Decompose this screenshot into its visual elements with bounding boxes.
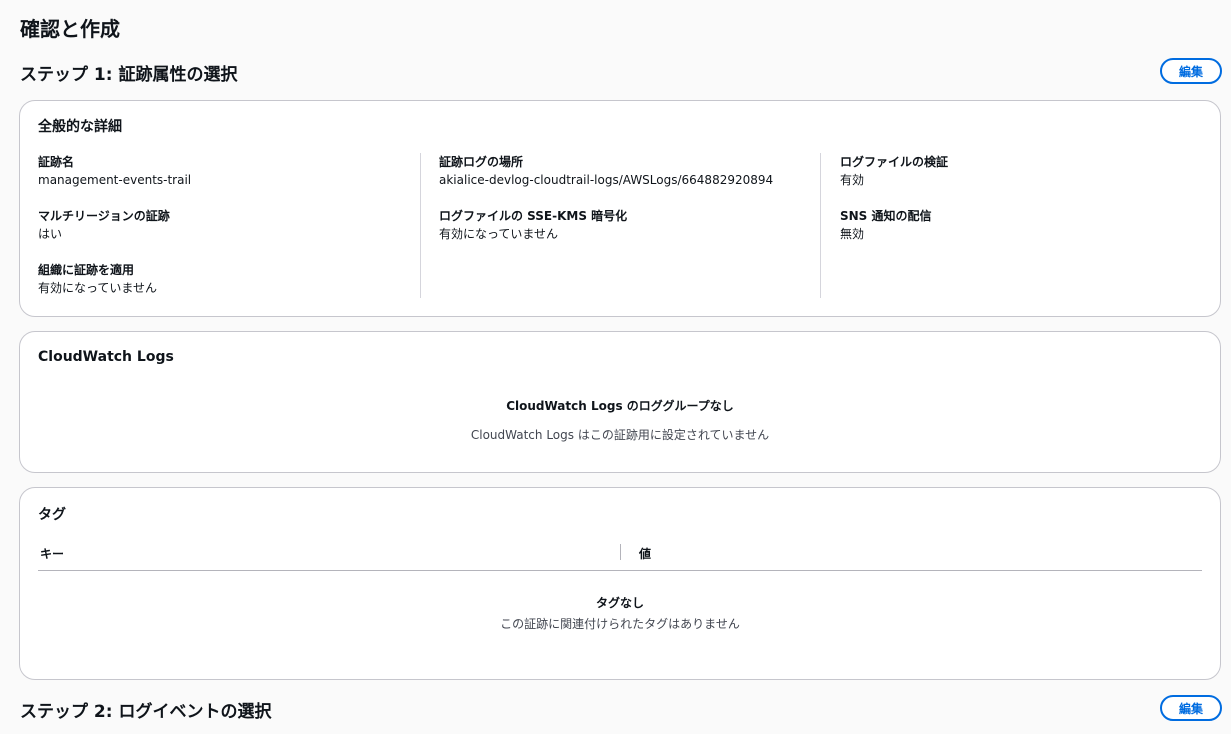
validation-field: ログファイルの検証 有効 <box>840 153 1200 189</box>
details-column-1: 証跡名 management-events-trail マルチリージョンの証跡 … <box>38 153 420 298</box>
details-column-3: ログファイルの検証 有効 SNS 通知の配信 無効 <box>820 153 1200 298</box>
table-header-divider <box>38 570 1202 571</box>
cloudwatch-logs-card: CloudWatch Logs CloudWatch Logs のロググループな… <box>19 331 1221 473</box>
validation-label: ログファイルの検証 <box>840 155 949 169</box>
page-title: 確認と作成 <box>20 17 120 41</box>
step2-edit-button[interactable]: 編集 <box>1160 695 1222 721</box>
tags-title: タグ <box>38 507 66 523</box>
tags-empty-description: この証跡に関連付けられたタグはありません <box>500 617 740 631</box>
log-location-value: akialice-devlog-cloudtrail-logs/AWSLogs/… <box>439 173 774 187</box>
log-location-label: 証跡ログの場所 <box>439 155 524 169</box>
tags-column-value: 値 <box>639 547 652 561</box>
step1-heading: ステップ 1: 証跡属性の選択 <box>20 65 238 85</box>
trail-name-value: management-events-trail <box>38 173 192 187</box>
cloudwatch-empty-title: CloudWatch Logs のロググループなし <box>506 399 734 413</box>
sse-kms-field: ログファイルの SSE-KMS 暗号化 有効になっていません <box>439 207 820 243</box>
sse-kms-value: 有効になっていません <box>439 227 559 241</box>
org-trail-value: 有効になっていません <box>38 281 158 295</box>
cloudwatch-empty-description: CloudWatch Logs はこの証跡用に設定されていません <box>470 428 770 442</box>
sse-kms-label: ログファイルの SSE-KMS 暗号化 <box>439 209 628 223</box>
general-details-card: 全般的な詳細 証跡名 management-events-trail マルチリー… <box>19 100 1221 317</box>
tags-empty-title: タグなし <box>595 596 644 610</box>
tags-card: タグ キー 値 タグなし この証跡に関連付けられたタグはありません <box>19 487 1221 680</box>
tags-column-key: キー <box>40 547 65 561</box>
sns-field: SNS 通知の配信 無効 <box>840 207 1200 243</box>
step2-heading: ステップ 2: ログイベントの選択 <box>20 702 272 722</box>
details-column-2: 証跡ログの場所 akialice-devlog-cloudtrail-logs/… <box>420 153 820 298</box>
multi-region-label: マルチリージョンの証跡 <box>38 209 170 223</box>
trail-name-field: 証跡名 management-events-trail <box>38 153 420 189</box>
column-divider <box>620 544 621 560</box>
multi-region-field: マルチリージョンの証跡 はい <box>38 207 420 243</box>
validation-value: 有効 <box>840 173 865 187</box>
org-trail-field: 組織に証跡を適用 有効になっていません <box>38 261 420 297</box>
general-details-title: 全般的な詳細 <box>38 119 122 135</box>
org-trail-label: 組織に証跡を適用 <box>38 263 135 277</box>
step1-edit-button[interactable]: 編集 <box>1160 58 1222 84</box>
sns-label: SNS 通知の配信 <box>840 209 932 223</box>
cloudwatch-logs-title: CloudWatch Logs <box>38 349 174 365</box>
sns-value: 無効 <box>840 227 865 241</box>
multi-region-value: はい <box>38 227 63 241</box>
log-location-field: 証跡ログの場所 akialice-devlog-cloudtrail-logs/… <box>439 153 820 189</box>
trail-name-label: 証跡名 <box>38 155 75 169</box>
